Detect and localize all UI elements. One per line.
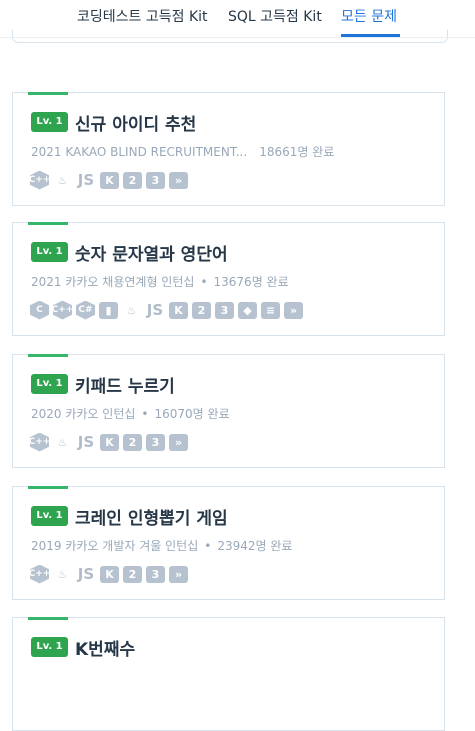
python3-icon: 3 xyxy=(146,565,165,583)
language-icons: C++ ♨ JS K 2 3» xyxy=(30,432,188,452)
problem-source: 2021 카카오 채용연계형 인턴십 xyxy=(31,275,195,289)
level-badge: Lv. 1 xyxy=(31,637,68,657)
card-accent-bar xyxy=(28,486,68,489)
card-accent-bar xyxy=(28,354,68,357)
level-badge: Lv. 1 xyxy=(31,374,68,394)
swift-icon: » xyxy=(169,565,188,583)
level-badge: Lv. 1 xyxy=(31,506,68,526)
tabs-divider xyxy=(0,37,475,38)
java-icon: ♨ xyxy=(57,567,68,581)
problem-source: 2020 카카오 인턴십 xyxy=(31,407,136,421)
card-accent-bar xyxy=(28,222,68,225)
java-icon: ♨ xyxy=(57,173,68,187)
completed-count: 13676명 완료 xyxy=(213,275,289,289)
problem-title[interactable]: 숫자 문자열과 영단어 xyxy=(75,240,228,265)
problem-meta: 2019 카카오 개발자 겨울 인턴십 • 23942명 완료 xyxy=(31,537,292,554)
python3-icon: 3 xyxy=(146,433,165,451)
swift-icon: » xyxy=(169,171,188,189)
problem-card[interactable]: Lv. 1 숫자 문자열과 영단어 2021 카카오 채용연계형 인턴십 • 13676… xyxy=(12,222,445,336)
c-icon: C xyxy=(30,300,49,320)
python3-icon: 3 xyxy=(146,171,165,189)
problem-card[interactable]: Lv. 1 신규 아이디 추천 2021 KAKAO BLIND RECRUITME… xyxy=(12,92,445,206)
cpp-icon: C++ xyxy=(30,432,49,452)
javascript-icon: JS xyxy=(77,171,95,189)
problem-meta: 2021 KAKAO BLIND RECRUITMENT... 18661명 완료 xyxy=(31,143,334,160)
problem-meta: 2020 카카오 인턴십 • 16070명 완료 xyxy=(31,405,230,422)
problem-title[interactable]: K번째수 xyxy=(75,635,135,660)
python2-icon: 2 xyxy=(123,433,142,451)
javascript-icon: JS xyxy=(146,301,164,319)
language-icons: C++ ♨ JS K 2 3» xyxy=(30,564,188,584)
tab-all-problems[interactable]: 모든 문제 xyxy=(341,0,400,37)
meta-separator: • xyxy=(200,275,208,289)
java-icon: ♨ xyxy=(126,303,137,317)
javascript-icon: JS xyxy=(77,433,95,451)
problem-meta xyxy=(31,668,43,682)
java-icon: ♨ xyxy=(57,435,68,449)
problem-source: 2019 카카오 개발자 겨울 인턴십 xyxy=(31,539,199,553)
category-tabs: 코딩테스트 고득점 Kit SQL 고득점 Kit 모든 문제 xyxy=(0,0,475,43)
meta-separator: • xyxy=(141,407,149,421)
cpp-icon: C++ xyxy=(53,300,72,320)
level-badge: Lv. 1 xyxy=(31,112,68,132)
completed-count: 16070명 완료 xyxy=(154,407,230,421)
problem-title[interactable]: 키패드 누르기 xyxy=(75,372,175,397)
problem-meta: 2021 카카오 채용연계형 인턴십 • 13676명 완료 xyxy=(31,273,289,290)
kotlin-icon: K xyxy=(169,301,188,319)
problem-card[interactable]: Lv. 1 K번째수 xyxy=(12,617,445,731)
kotlin-icon: K xyxy=(100,433,119,451)
tab-sql-kit[interactable]: SQL 고득점 Kit xyxy=(228,0,322,37)
level-badge: Lv. 1 xyxy=(31,242,68,262)
kotlin-icon: K xyxy=(100,171,119,189)
card-accent-bar xyxy=(28,617,68,620)
language-icons: C++ ♨ JS K 2 3» xyxy=(30,170,188,190)
problem-card[interactable]: Lv. 1 키패드 누르기 2020 카카오 인턴십 • 16070명 완료 C++ ♨ JS… xyxy=(12,354,445,468)
problem-card[interactable]: Lv. 1 크레인 인형뽑기 게임 2019 카카오 개발자 겨울 인턴십 • 2394… xyxy=(12,486,445,600)
ruby-icon: ◆ xyxy=(238,301,257,319)
completed-count: 23942명 완료 xyxy=(217,539,293,553)
problem-title[interactable]: 크레인 인형뽑기 게임 xyxy=(75,504,228,529)
javascript-icon: JS xyxy=(77,565,95,583)
kotlin-icon: K xyxy=(100,565,119,583)
csharp-icon: C# xyxy=(76,300,95,320)
python3-icon: 3 xyxy=(215,301,234,319)
python2-icon: 2 xyxy=(123,565,142,583)
swift-icon: » xyxy=(284,301,303,319)
completed-count: 18661명 완료 xyxy=(259,145,335,159)
meta-separator: • xyxy=(204,539,212,553)
go-icon: ▮ xyxy=(99,301,118,319)
card-accent-bar xyxy=(28,92,68,95)
tab-coding-test-kit[interactable]: 코딩테스트 고득점 Kit xyxy=(77,0,208,37)
scala-icon: ≡ xyxy=(261,301,280,319)
language-icons: C C++ C# ▮ ♨ JS K 2 3 ◆ ≡» xyxy=(30,300,303,320)
swift-icon: » xyxy=(169,433,188,451)
problem-title[interactable]: 신규 아이디 추천 xyxy=(75,110,196,135)
python2-icon: 2 xyxy=(192,301,211,319)
cpp-icon: C++ xyxy=(30,564,49,584)
python2-icon: 2 xyxy=(123,171,142,189)
problem-source: 2021 KAKAO BLIND RECRUITMENT... xyxy=(31,145,248,159)
cpp-icon: C++ xyxy=(30,170,49,190)
